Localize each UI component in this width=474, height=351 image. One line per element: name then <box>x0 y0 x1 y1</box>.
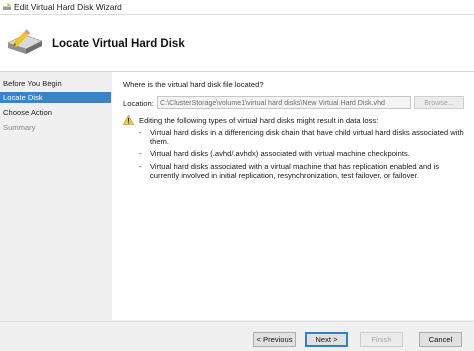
browse-button[interactable]: Browse... <box>414 96 464 109</box>
warning-item-text: Virtual hard disks in a differencing dis… <box>150 128 464 147</box>
previous-button[interactable]: < Previous <box>253 332 296 347</box>
wizard-content: Where is the virtual hard disk file loca… <box>112 72 474 320</box>
nav-item-summary[interactable]: Summary <box>0 122 111 133</box>
wizard-app-icon <box>3 3 11 10</box>
title-bar: Edit Virtual Hard Disk Wizard <box>0 0 474 15</box>
page-heading: Locate Virtual Hard Disk <box>52 38 185 50</box>
list-bullet: - <box>139 149 142 159</box>
wizard-steps-nav: Before You Begin Locate Disk Choose Acti… <box>0 72 111 320</box>
cancel-button[interactable]: Cancel <box>419 332 462 347</box>
list-bullet: - <box>139 128 142 137</box>
nav-item-locate-disk[interactable]: Locate Disk <box>0 92 111 103</box>
hard-disk-pencil-icon <box>7 29 43 54</box>
location-input[interactable] <box>157 96 411 109</box>
warning-item-text: Virtual hard disks associated with a vir… <box>150 161 440 180</box>
wizard-header: Locate Virtual Hard Disk <box>0 15 474 72</box>
nav-item-before-you-begin[interactable]: Before You Begin <box>0 78 111 89</box>
location-label: Location: <box>123 99 154 108</box>
warning-list: - Virtual hard disks in a differencing d… <box>139 128 469 183</box>
next-button[interactable]: Next > <box>305 332 348 347</box>
nav-item-choose-action[interactable]: Choose Action <box>0 107 111 118</box>
list-bullet: - <box>139 161 142 171</box>
warning-item: - Virtual hard disks associated with a v… <box>139 162 469 180</box>
wizard-footer: < Previous Next > Finish Cancel <box>0 321 474 351</box>
location-question: Where is the virtual hard disk file loca… <box>123 80 264 89</box>
finish-button[interactable]: Finish <box>360 332 403 347</box>
warning-icon <box>123 115 134 125</box>
warning-item: - Virtual hard disks (.avhd/.avhdx) asso… <box>139 149 469 158</box>
warning-text: Editing the following types of virtual h… <box>139 116 379 125</box>
warning-item-text: Virtual hard disks (.avhd/.avhdx) associ… <box>150 149 410 159</box>
window-title: Edit Virtual Hard Disk Wizard <box>14 2 122 12</box>
warning-item: - Virtual hard disks in a differencing d… <box>139 128 469 146</box>
